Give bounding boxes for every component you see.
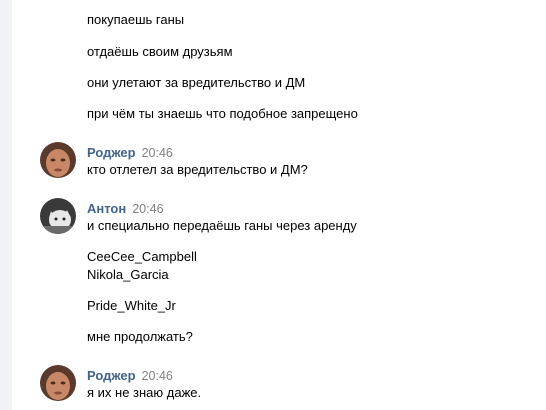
message-text: кто отлетел за вредительство и ДМ?	[87, 162, 308, 177]
message-time[interactable]: 20:46	[142, 146, 173, 160]
message-text: CeeCee_Campbell	[87, 249, 197, 264]
avatar[interactable]	[40, 142, 76, 178]
author-name-link[interactable]: Антон	[87, 201, 126, 216]
message-text: Pride_White_Jr	[87, 298, 176, 313]
avatar[interactable]	[40, 365, 76, 401]
message-author: Антон 20:46	[87, 201, 164, 217]
author-name-link[interactable]: Роджер	[87, 368, 136, 383]
avatar[interactable]	[40, 198, 76, 234]
message-text: они улетают за вредительство и ДМ	[87, 75, 306, 90]
message-author: Роджер 20:46	[87, 145, 173, 161]
message-text: и специально передаёшь ганы через аренду	[87, 218, 357, 233]
message-text: я их не знаю даже.	[87, 385, 202, 400]
chat-left-gutter	[0, 0, 12, 410]
message-time[interactable]: 20:46	[142, 369, 173, 383]
message-text: при чём ты знаешь что подобное запрещено	[87, 106, 358, 121]
message-text: отдаёшь своим друзьям	[87, 44, 233, 59]
message-time[interactable]: 20:46	[132, 202, 163, 216]
message-author: Роджер 20:46	[87, 368, 173, 384]
message-text: Nikola_Garcia	[87, 267, 169, 282]
message-text: мне продолжать?	[87, 329, 193, 344]
author-name-link[interactable]: Роджер	[87, 145, 136, 160]
message-text: покупаешь ганы	[87, 12, 185, 27]
